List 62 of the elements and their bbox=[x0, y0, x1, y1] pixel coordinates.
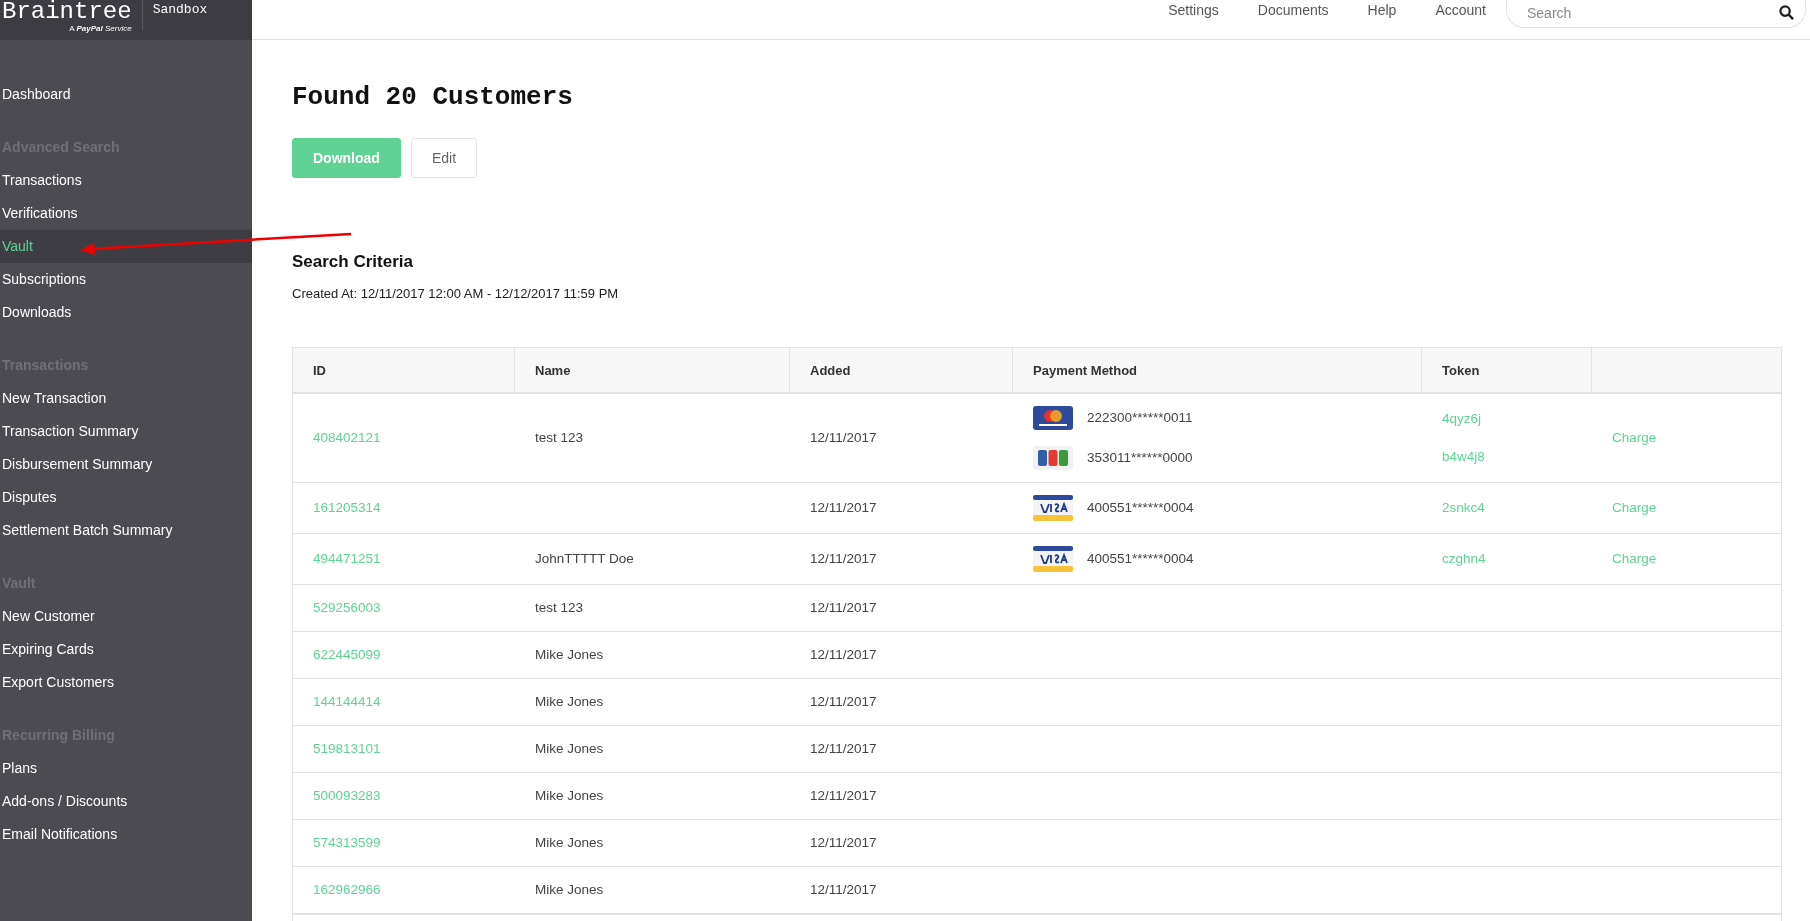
card-number: 222300******0011 bbox=[1087, 409, 1193, 427]
logo-tagline: A PayPal Service bbox=[69, 24, 132, 33]
table-cell-text: 12/11/2017 bbox=[810, 499, 878, 517]
environment-label: Sandbox bbox=[152, 2, 208, 17]
nav-link[interactable]: Account bbox=[1435, 2, 1486, 18]
table-cell-text: test 123 bbox=[535, 429, 585, 447]
edit-button[interactable]: Edit bbox=[410, 138, 477, 178]
criteria-text: Created At: 12/11/2017 12:00 AM - 12/12/2017 11:59 PM bbox=[292, 286, 620, 301]
card-number: 400551******0004 bbox=[1087, 499, 1194, 517]
table-cell-text: JohnTTTTT Doe bbox=[535, 550, 635, 568]
sidebar-item[interactable]: Subscriptions bbox=[0, 263, 252, 296]
sidebar-item[interactable]: Downloads bbox=[0, 296, 252, 329]
mastercard-icon bbox=[1033, 406, 1073, 430]
sidebar-item[interactable]: Dashboard bbox=[0, 78, 252, 111]
sidebar-item[interactable]: New Customer bbox=[0, 600, 252, 633]
visa-card-icon bbox=[1033, 495, 1073, 521]
table-cell-text: 12/11/2017 bbox=[810, 881, 878, 899]
column-header: Added bbox=[790, 348, 1013, 392]
column-header: Payment Method bbox=[1013, 348, 1422, 392]
nav-link[interactable]: Help bbox=[1367, 2, 1397, 18]
card-number: 353011******0000 bbox=[1087, 449, 1193, 467]
column-header: Token bbox=[1422, 348, 1592, 392]
sidebar-item[interactable]: Transactions bbox=[0, 164, 252, 197]
sidebar-item[interactable]: Disbursement Summary bbox=[0, 448, 252, 481]
section-heading: Search Criteria bbox=[292, 252, 414, 272]
table-cell-text: 12/11/2017 bbox=[810, 693, 878, 711]
table-cell-text: 12/11/2017 bbox=[810, 429, 878, 447]
logo-wordmark: Braintree bbox=[2, 0, 132, 24]
sidebar-item[interactable]: Export Customers bbox=[0, 666, 252, 699]
table-cell-text: Mike Jones bbox=[535, 646, 605, 664]
sidebar-item[interactable]: Expiring Cards bbox=[0, 633, 252, 666]
search-icon[interactable] bbox=[1779, 5, 1794, 20]
table-cell-text: 12/11/2017 bbox=[810, 550, 878, 568]
sidebar-item[interactable]: Disputes bbox=[0, 481, 252, 514]
sidebar-item[interactable]: Email Notifications bbox=[0, 818, 252, 851]
table-cell-text: 12/11/2017 bbox=[810, 787, 878, 805]
sidebar-item[interactable]: Vault bbox=[0, 230, 252, 263]
table-cell-text: 12/11/2017 bbox=[810, 834, 878, 852]
sidebar-item[interactable]: Transaction Summary bbox=[0, 415, 252, 448]
column-header: Name bbox=[515, 348, 790, 392]
sidebar-item[interactable]: New Transaction bbox=[0, 382, 252, 415]
table-cell-text: Mike Jones bbox=[535, 834, 605, 852]
page-title: Found 20 Customers bbox=[292, 82, 574, 112]
table-cell-text: 12/11/2017 bbox=[810, 599, 878, 617]
table-cell-text: Mike Jones bbox=[535, 693, 605, 711]
table-cell-text: Mike Jones bbox=[535, 787, 605, 805]
sidebar-item[interactable]: Add-ons / Discounts bbox=[0, 785, 252, 818]
visa-card-icon bbox=[1033, 546, 1073, 572]
sidebar-item[interactable]: Verifications bbox=[0, 197, 252, 230]
table-cell-text: Mike Jones bbox=[535, 740, 605, 758]
table-cell-text: test 123 bbox=[535, 599, 585, 617]
nav-link[interactable]: Documents bbox=[1257, 2, 1329, 18]
table-cell-text: 12/11/2017 bbox=[810, 740, 878, 758]
search-field[interactable]: Search bbox=[1506, 0, 1806, 28]
nav-link[interactable]: Settings bbox=[1168, 2, 1219, 18]
card-number: 400551******0004 bbox=[1087, 550, 1194, 568]
column-header: ID bbox=[293, 348, 515, 392]
table-cell-text: 12/11/2017 bbox=[810, 646, 878, 664]
jcb-card-icon bbox=[1033, 446, 1073, 470]
sidebar-item[interactable]: Plans bbox=[0, 752, 252, 785]
table-cell-text: Mike Jones bbox=[535, 881, 605, 899]
sidebar-item[interactable]: Settlement Batch Summary bbox=[0, 514, 252, 547]
